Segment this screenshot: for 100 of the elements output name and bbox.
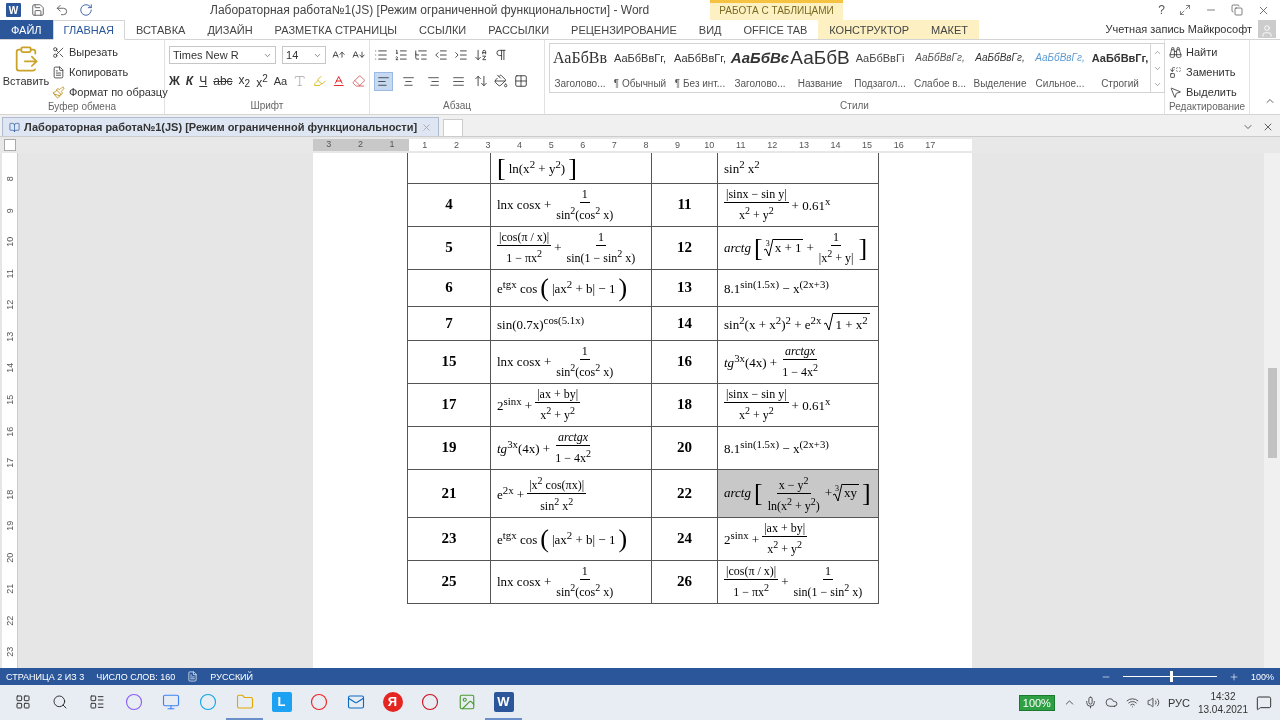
language-status[interactable]: РУССКИЙ	[210, 671, 254, 682]
paste-button[interactable]: Вставить	[4, 43, 48, 101]
pointer-icon[interactable]	[1169, 85, 1182, 99]
paintbrush-icon[interactable]	[52, 85, 65, 99]
cloud-icon[interactable]	[1104, 696, 1118, 709]
indent-increase-icon[interactable]	[454, 48, 468, 62]
ribbon-tab[interactable]: КОНСТРУКТОР	[818, 20, 921, 39]
zoom-level[interactable]: 100%	[1250, 671, 1274, 682]
font-style-button[interactable]: x$_{2}$	[238, 72, 251, 90]
fraction: x − y$^{2}$ ln(x$^{2}$ + y$^{2}$)	[766, 472, 821, 514]
mail-icon[interactable]	[346, 692, 365, 711]
style-item[interactable]: АаБбВвГг, ¶ Обычный	[610, 44, 670, 92]
restore-icon[interactable]	[1231, 4, 1243, 16]
numbering-icon[interactable]	[394, 48, 408, 62]
page-count[interactable]: СТРАНИЦА 2 ИЗ 3	[6, 671, 85, 682]
number-cell: 21	[407, 469, 491, 518]
font-name-field[interactable]: Times New R	[169, 46, 277, 64]
style-item[interactable]: АаБбВв Заголово...	[550, 44, 610, 92]
save-icon[interactable]	[31, 3, 45, 17]
app-tile[interactable]: W	[493, 691, 514, 712]
clipboard-button[interactable]: Копировать	[52, 63, 168, 81]
scissors-icon[interactable]	[52, 45, 65, 59]
help-button[interactable]: ?	[1158, 3, 1165, 17]
style-item[interactable]: АаБбВвГі Подзагол...	[850, 44, 910, 92]
circle-icon[interactable]	[124, 692, 143, 711]
picture-icon[interactable]	[457, 692, 476, 711]
radical: 3 xy	[835, 484, 860, 503]
style-item[interactable]: АаБбВє Заголово...	[730, 44, 790, 92]
ribbon-tab[interactable]: OFFICE TAB	[732, 20, 819, 39]
style-item[interactable]: АаБбВ Название	[790, 44, 850, 92]
sort-icon[interactable]	[474, 48, 488, 62]
fraction: 1 sin$^{2}$(cos$^{2}$ x)	[555, 186, 615, 223]
ribbon-tab[interactable]: РАССЫЛКИ	[477, 20, 561, 39]
borders-icon[interactable]	[514, 74, 528, 88]
wifi-icon[interactable]	[1125, 696, 1139, 709]
task-view-icon[interactable]	[88, 693, 105, 710]
word-count[interactable]: ЧИСЛО СЛОВ: 160	[96, 671, 176, 682]
undo-icon[interactable]	[55, 3, 69, 17]
bracket: [	[753, 232, 763, 263]
volume-icon[interactable]	[1146, 696, 1160, 709]
ribbon-tab[interactable]: ВСТАВКА	[125, 20, 197, 39]
change-case-button[interactable]: Aa	[273, 72, 288, 90]
font-style-button[interactable]: x$^{2}$	[256, 72, 268, 90]
document-icon[interactable]	[9, 121, 20, 133]
pilcrow-icon[interactable]	[494, 48, 508, 62]
redo-icon[interactable]	[79, 3, 93, 17]
search-icon[interactable]	[51, 693, 68, 710]
font-style-button[interactable]: Ж	[169, 74, 180, 88]
font-style-button[interactable]: К	[185, 74, 194, 88]
notifications-icon[interactable]	[1256, 694, 1272, 711]
tab-selector[interactable]	[4, 139, 16, 151]
windows-icon[interactable]	[14, 693, 31, 710]
shading-icon[interactable]	[494, 74, 508, 88]
eraser-icon[interactable]	[351, 74, 365, 88]
style-item[interactable]: АаБбВвГг, Слабое в...	[910, 44, 970, 92]
binoculars-icon[interactable]	[1169, 45, 1182, 59]
input-language[interactable]: РУС	[1167, 696, 1190, 709]
scroll-thumb[interactable]	[1267, 368, 1277, 458]
ribbon-tab[interactable]: МАКЕТ	[920, 20, 979, 39]
font-style-button[interactable]: Ч	[199, 74, 208, 88]
ribbon-tab[interactable]: РАЗМЕТКА СТРАНИЦЫ	[263, 20, 409, 39]
line-spacing-icon[interactable]	[474, 74, 488, 88]
document-tab[interactable]: Лабораторная работа№1(JS) [Режим ограниченной функциональности]	[2, 117, 440, 136]
microphone-icon[interactable]	[1083, 696, 1097, 709]
editing-button[interactable]: Найти	[1169, 43, 1245, 61]
app-tile[interactable]: Я	[382, 691, 403, 712]
clock[interactable]: 14:32 13.04.2021	[1197, 689, 1248, 716]
font-style-button[interactable]: abc	[213, 74, 233, 88]
computer-icon[interactable]	[161, 692, 180, 711]
bullets-icon[interactable]	[374, 48, 388, 62]
number-cell: 4	[407, 183, 491, 227]
ring-icon[interactable]	[420, 692, 439, 711]
ribbon-tab[interactable]: ССЫЛКИ	[408, 20, 478, 39]
formula-text: tg$^{3x}$(4x) +	[497, 438, 551, 458]
style-item[interactable]: АаБбВвГг, ¶ Без инт...	[670, 44, 730, 92]
style-item[interactable]: АаБбВвГг, Строгий	[1090, 44, 1150, 92]
style-item[interactable]: АаБбВвГг, Выделение	[970, 44, 1030, 92]
close-icon[interactable]	[1262, 121, 1274, 133]
editing-button[interactable]: Заменить	[1169, 63, 1245, 81]
clipboard-button[interactable]: Вырезать	[52, 43, 168, 61]
ribbon-tab[interactable]: ФАЙЛ	[0, 20, 53, 39]
style-item[interactable]: АаБбВвГг, Сильное...	[1030, 44, 1090, 92]
ribbon-tab[interactable]: РЕЦЕНЗИРОВАНИЕ	[560, 20, 688, 39]
clipboard-button[interactable]: Формат по образцу	[52, 83, 168, 101]
multilevel-list-icon[interactable]	[414, 48, 428, 62]
font-color-icon[interactable]	[332, 74, 346, 88]
formula-text: +	[824, 485, 833, 502]
replace-icon[interactable]	[1169, 65, 1182, 79]
account-link[interactable]: Учетная запись Майкрософт	[1105, 20, 1258, 39]
indent-decrease-icon[interactable]	[434, 48, 448, 62]
ribbon-tab[interactable]: ДИЗАЙН	[196, 20, 264, 39]
ribbon-tab[interactable]: ГЛАВНАЯ	[52, 20, 126, 40]
ribbon-tab[interactable]: ВИД	[687, 20, 733, 39]
font-size-field[interactable]: 14	[282, 46, 327, 64]
editing-button[interactable]: Выделить	[1169, 83, 1245, 101]
scrollbar[interactable]	[1264, 153, 1280, 668]
zoom-in-icon[interactable]	[1228, 671, 1239, 682]
fraction: 1 sin(1 − sin$^{2}$ x)	[565, 229, 637, 266]
copy-icon[interactable]	[52, 65, 65, 79]
word-icon: W	[6, 3, 21, 17]
